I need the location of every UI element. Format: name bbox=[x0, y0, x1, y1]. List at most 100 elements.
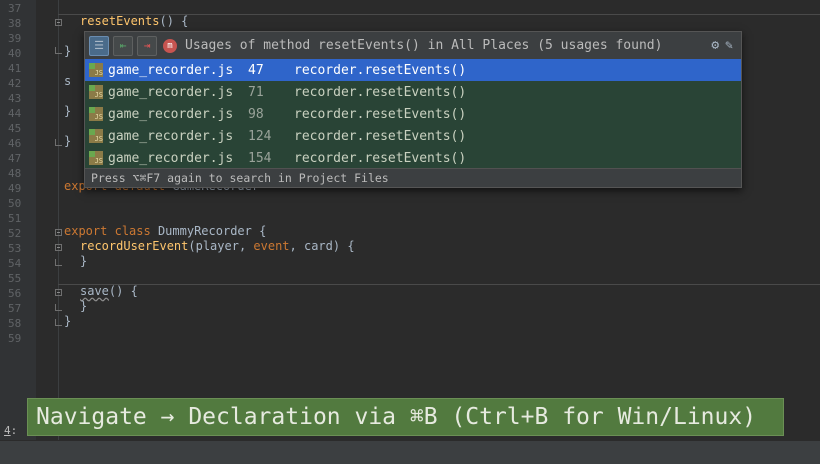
code-text: , card) { bbox=[289, 239, 355, 253]
line-number: 50 bbox=[8, 197, 22, 210]
fold-toggle-icon[interactable] bbox=[55, 229, 62, 236]
method-name[interactable]: recordUserEvent bbox=[80, 239, 188, 253]
fold-toggle-icon[interactable] bbox=[55, 244, 62, 251]
keyword: event bbox=[253, 239, 290, 253]
line-number: 54 bbox=[8, 257, 22, 270]
code-line-40[interactable]: } bbox=[64, 44, 71, 59]
keyword: class bbox=[114, 224, 151, 238]
tool-tab-separator: : bbox=[10, 424, 18, 437]
code-text: DummyRecorder { bbox=[150, 224, 267, 238]
fold-end-icon bbox=[55, 139, 62, 146]
pin-icon[interactable]: ✎ bbox=[725, 38, 733, 53]
code-line-58[interactable]: } bbox=[64, 314, 71, 329]
code-line-52[interactable]: export class DummyRecorder { bbox=[64, 224, 266, 239]
usage-row[interactable]: JS game_recorder.js 154 recorder.resetEv… bbox=[85, 147, 741, 169]
usage-row[interactable]: JS game_recorder.js 98 recorder.resetEve… bbox=[85, 103, 741, 125]
usage-code: recorder.resetEvents() bbox=[294, 150, 467, 166]
code-line-57[interactable]: } bbox=[80, 299, 87, 314]
code-line-42[interactable]: s bbox=[64, 74, 71, 89]
js-file-icon: JS bbox=[89, 129, 103, 143]
usage-row[interactable]: JS game_recorder.js 47 recorder.resetEve… bbox=[85, 59, 741, 81]
line-number: 39 bbox=[8, 32, 22, 45]
usage-line-number: 47 bbox=[248, 62, 264, 78]
usages-list: JS game_recorder.js 47 recorder.resetEve… bbox=[85, 59, 741, 169]
usage-code: recorder.resetEvents() bbox=[294, 106, 467, 122]
tool-tab-number: 4 bbox=[4, 424, 11, 437]
line-number: 37 bbox=[8, 2, 22, 15]
method-name[interactable]: resetEvents bbox=[80, 14, 159, 28]
method-separator bbox=[58, 284, 820, 285]
fold-end-icon bbox=[55, 319, 62, 326]
line-number: 48 bbox=[8, 167, 22, 180]
code-line-56[interactable]: save() { bbox=[80, 284, 138, 299]
code-text: (player, bbox=[188, 239, 254, 253]
code-text: () { bbox=[159, 14, 189, 28]
line-number-gutter: 37 38 39 40 41 42 43 44 45 46 47 48 49 5… bbox=[0, 0, 36, 440]
line-number: 44 bbox=[8, 107, 22, 120]
line-number: 43 bbox=[8, 92, 22, 105]
gutter-divider bbox=[58, 0, 59, 440]
line-number: 40 bbox=[8, 47, 22, 60]
tool-window-tab[interactable]: 4: bbox=[4, 424, 17, 437]
usage-code: recorder.resetEvents() bbox=[294, 128, 467, 144]
keyword: export bbox=[64, 224, 108, 238]
line-number: 47 bbox=[8, 152, 22, 165]
method-name[interactable]: save bbox=[80, 284, 109, 298]
merge-usages-button[interactable]: ☰ bbox=[89, 35, 109, 56]
line-number: 58 bbox=[8, 317, 22, 330]
usage-line-number: 124 bbox=[248, 128, 272, 144]
popup-footer-hint: Press ⌥⌘F7 again to search in Project Fi… bbox=[85, 168, 741, 187]
fold-end-icon bbox=[55, 47, 62, 54]
line-number: 42 bbox=[8, 77, 22, 90]
line-number: 49 bbox=[8, 182, 22, 195]
fold-end-icon bbox=[55, 259, 62, 266]
status-bar bbox=[0, 440, 820, 464]
usage-row[interactable]: JS game_recorder.js 71 recorder.resetEve… bbox=[85, 81, 741, 103]
code-line-44[interactable]: } bbox=[64, 104, 71, 119]
previous-occurrence-button[interactable]: ⇤ bbox=[113, 35, 133, 56]
line-number: 46 bbox=[8, 137, 22, 150]
line-number: 56 bbox=[8, 287, 22, 300]
fold-end-icon bbox=[55, 304, 62, 311]
usage-file: game_recorder.js bbox=[108, 84, 234, 100]
js-file-icon: JS bbox=[89, 151, 103, 165]
previous-occurrence-icon: ⇤ bbox=[119, 39, 127, 52]
usage-file: game_recorder.js bbox=[108, 128, 234, 144]
usage-file: game_recorder.js bbox=[108, 62, 234, 78]
code-line-54[interactable]: } bbox=[80, 254, 87, 269]
merge-usages-icon: ☰ bbox=[94, 39, 104, 52]
tutorial-caption: Navigate → Declaration via ⌘B (Ctrl+B fo… bbox=[27, 398, 784, 436]
code-text: () { bbox=[108, 284, 138, 298]
code-line-53[interactable]: recordUserEvent(player, event, card) { bbox=[80, 239, 355, 254]
line-number: 41 bbox=[8, 62, 22, 75]
line-number: 53 bbox=[8, 242, 22, 255]
line-number: 59 bbox=[8, 332, 22, 345]
popup-header: ☰ ⇤ ⇥ m Usages of method resetEvents() i… bbox=[85, 32, 741, 59]
next-occurrence-icon: ⇥ bbox=[143, 39, 151, 52]
line-number: 52 bbox=[8, 227, 22, 240]
next-occurrence-button[interactable]: ⇥ bbox=[137, 35, 157, 56]
line-number: 55 bbox=[8, 272, 22, 285]
usage-row[interactable]: JS game_recorder.js 124 recorder.resetEv… bbox=[85, 125, 741, 147]
js-file-icon: JS bbox=[89, 63, 103, 77]
usage-file: game_recorder.js bbox=[108, 106, 234, 122]
usage-code: recorder.resetEvents() bbox=[294, 62, 467, 78]
usage-code: recorder.resetEvents() bbox=[294, 84, 467, 100]
usage-line-number: 154 bbox=[248, 150, 272, 166]
method-icon: m bbox=[163, 38, 177, 53]
line-number: 45 bbox=[8, 122, 22, 135]
code-line-46[interactable]: } bbox=[64, 134, 71, 149]
code-line-38[interactable]: resetEvents() { bbox=[80, 14, 188, 29]
popup-title: Usages of method resetEvents() in All Pl… bbox=[185, 38, 663, 53]
popup-header-actions: ⚙ ✎ bbox=[711, 38, 733, 53]
line-number: 57 bbox=[8, 302, 22, 315]
fold-toggle-icon[interactable] bbox=[55, 19, 62, 26]
line-number: 38 bbox=[8, 17, 22, 30]
fold-column bbox=[36, 0, 58, 440]
usage-line-number: 71 bbox=[248, 84, 264, 100]
usage-file: game_recorder.js bbox=[108, 150, 234, 166]
usages-popup: ☰ ⇤ ⇥ m Usages of method resetEvents() i… bbox=[84, 31, 742, 188]
usage-line-number: 98 bbox=[248, 106, 264, 122]
fold-toggle-icon[interactable] bbox=[55, 289, 62, 296]
settings-icon[interactable]: ⚙ bbox=[711, 38, 719, 53]
